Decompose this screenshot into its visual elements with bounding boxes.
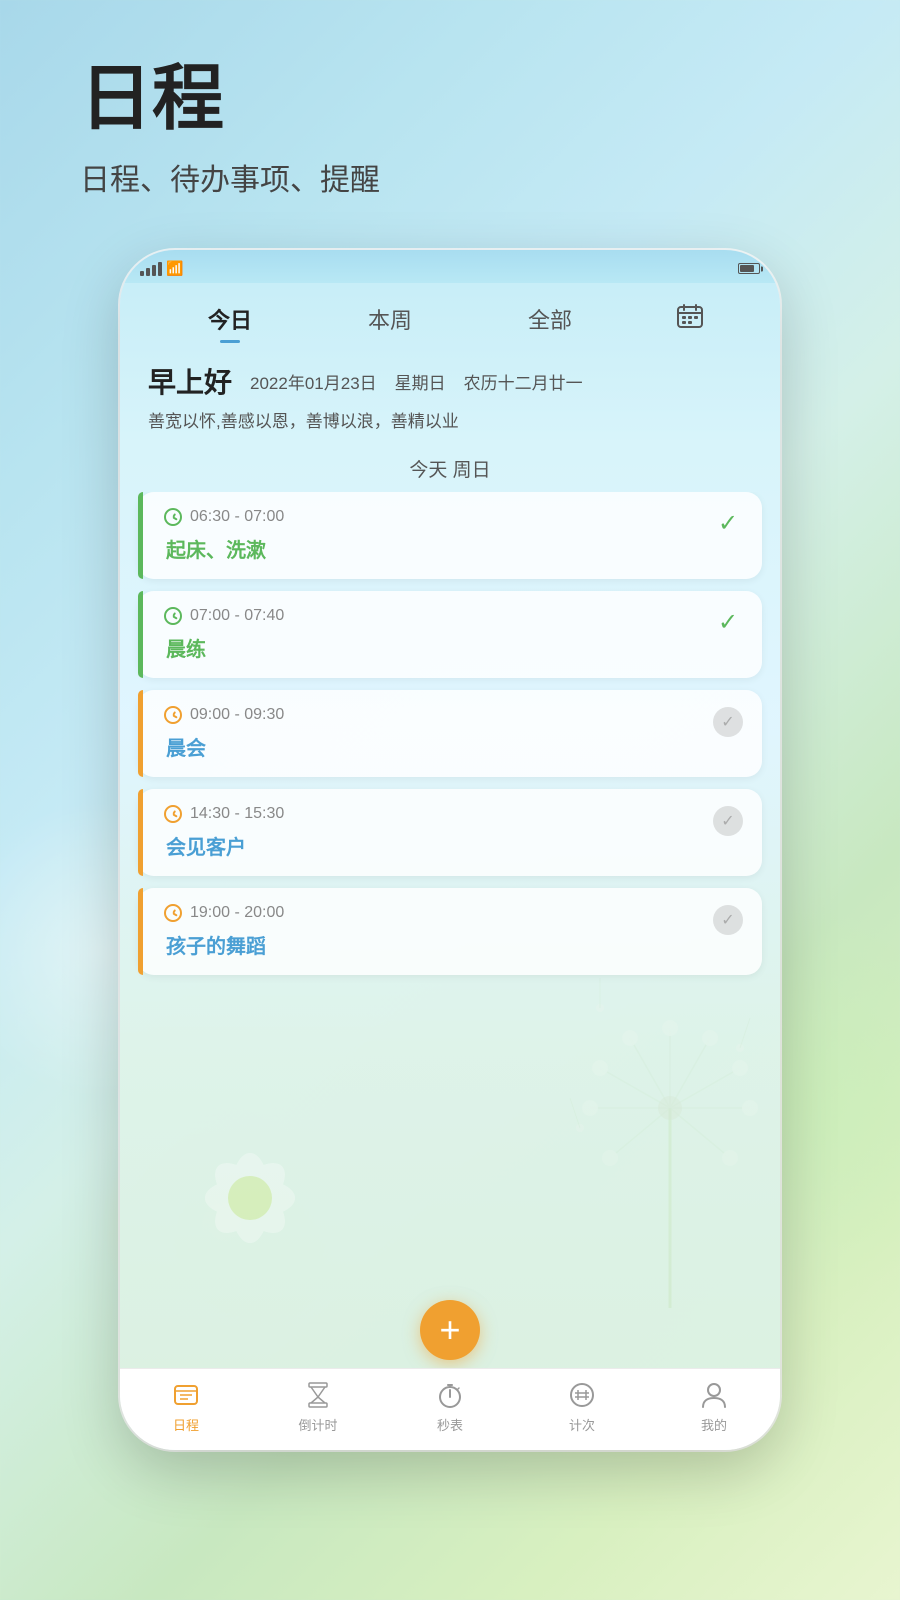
bottom-nav-stopwatch[interactable]: 秒表 — [384, 1379, 516, 1434]
bottom-nav-schedule[interactable]: 日程 — [120, 1379, 252, 1434]
status-left: 📶 — [140, 260, 183, 277]
greeting-weekday: 星期日 — [395, 369, 446, 394]
item-time: 14:30 - 15:30 — [164, 805, 712, 823]
item-title: 起床、洗漱 — [164, 534, 712, 563]
item-time: 06:30 - 07:00 — [164, 508, 712, 526]
add-button[interactable]: + — [420, 1300, 480, 1360]
wifi-icon: 📶 — [166, 260, 183, 277]
hash-icon — [566, 1379, 598, 1411]
item-border — [138, 492, 143, 579]
hourglass-icon — [302, 1379, 334, 1411]
calendar-button[interactable] — [676, 303, 704, 336]
check-mark: ✓ — [712, 607, 744, 639]
item-border — [138, 591, 143, 678]
item-time: 07:00 - 07:40 — [164, 607, 712, 625]
nav-label-countdown: 倒计时 — [298, 1415, 337, 1434]
nav-week[interactable]: 本周 — [356, 299, 424, 339]
clock-icon — [164, 508, 182, 526]
phone-mockup: 📶 — [120, 250, 780, 1450]
item-border — [138, 789, 143, 876]
stopwatch-icon — [434, 1379, 466, 1411]
greeting-line: 早上好 2022年01月23日 星期日 农历十二月廿一 — [148, 361, 752, 401]
item-time: 09:00 - 09:30 — [164, 706, 712, 724]
item-left: 19:00 - 20:00 孩子的舞蹈 — [156, 904, 712, 959]
signal-bars — [140, 262, 162, 276]
item-title: 会见客户 — [164, 831, 712, 860]
item-time: 19:00 - 20:00 — [164, 904, 712, 922]
schedule-item[interactable]: 14:30 - 15:30 会见客户 — [138, 789, 762, 876]
greeting-hello: 早上好 — [148, 361, 232, 401]
clock-icon — [164, 607, 182, 625]
item-border — [138, 888, 143, 975]
greeting-section: 早上好 2022年01月23日 星期日 农历十二月廿一 善宽以怀,善感以恩，善博… — [120, 351, 780, 441]
check-mark — [712, 904, 744, 936]
nav-label-profile: 我的 — [701, 1415, 727, 1434]
nav-label-stopwatch: 秒表 — [437, 1415, 463, 1434]
header-section: 日程 日程、待办事项、提醒 — [80, 60, 380, 199]
battery-icon — [738, 263, 760, 274]
item-left: 09:00 - 09:30 晨会 — [156, 706, 712, 761]
nav-today[interactable]: 今日 — [196, 299, 264, 339]
clock-icon — [164, 805, 182, 823]
bottom-nav-profile[interactable]: 我的 — [648, 1379, 780, 1434]
greeting-quote: 善宽以怀,善感以恩，善博以浪，善精以业 — [148, 409, 752, 435]
greeting-lunar: 农历十二月廿一 — [464, 369, 583, 394]
nav-all[interactable]: 全部 — [516, 299, 584, 339]
nav-label-schedule: 日程 — [173, 1415, 199, 1434]
page-subtitle: 日程、待办事项、提醒 — [80, 155, 380, 199]
top-navigation: 今日 本周 全部 — [120, 283, 780, 351]
item-left: 14:30 - 15:30 会见客户 — [156, 805, 712, 860]
app-content: 今日 本周 全部 — [120, 283, 780, 1368]
nav-label-count: 计次 — [569, 1415, 595, 1434]
bottom-navigation: 日程 倒计时 — [120, 1368, 780, 1450]
person-icon — [698, 1379, 730, 1411]
clock-icon — [164, 706, 182, 724]
item-title: 晨会 — [164, 732, 712, 761]
status-bar: 📶 — [120, 250, 780, 283]
clock-icon — [164, 904, 182, 922]
schedule-item[interactable]: 06:30 - 07:00 起床、洗漱 ✓ — [138, 492, 762, 579]
greeting-date: 2022年01月23日 — [250, 369, 377, 394]
check-mark — [712, 805, 744, 837]
schedule-list: 06:30 - 07:00 起床、洗漱 ✓ 0 — [120, 492, 780, 1289]
check-mark: ✓ — [712, 508, 744, 540]
item-left: 07:00 - 07:40 晨练 — [156, 607, 712, 662]
bottom-nav-countdown[interactable]: 倒计时 — [252, 1379, 384, 1434]
bottom-nav-count[interactable]: 计次 — [516, 1379, 648, 1434]
item-title: 孩子的舞蹈 — [164, 930, 712, 959]
check-mark — [712, 706, 744, 738]
item-left: 06:30 - 07:00 起床、洗漱 — [156, 508, 712, 563]
schedule-item[interactable]: 19:00 - 20:00 孩子的舞蹈 — [138, 888, 762, 975]
status-right — [738, 263, 760, 274]
item-title: 晨练 — [164, 633, 712, 662]
item-border — [138, 690, 143, 777]
schedule-icon — [170, 1379, 202, 1411]
fab-container: + — [120, 1288, 780, 1368]
schedule-item[interactable]: 09:00 - 09:30 晨会 — [138, 690, 762, 777]
today-label: 今天 周日 — [120, 441, 780, 492]
schedule-item[interactable]: 07:00 - 07:40 晨练 ✓ — [138, 591, 762, 678]
page-title: 日程 — [80, 60, 380, 139]
